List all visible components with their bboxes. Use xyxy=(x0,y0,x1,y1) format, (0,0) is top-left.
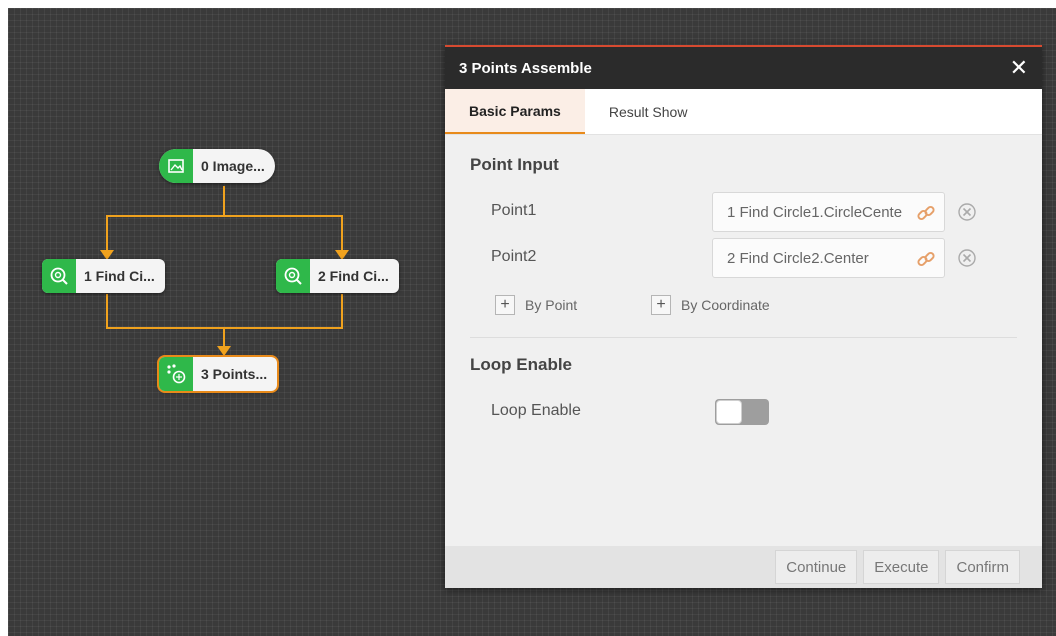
flow-node-label: 2 Find Ci... xyxy=(318,268,389,284)
tab-result-show[interactable]: Result Show xyxy=(585,89,712,134)
dialog-header: 3 Points Assemble ✕ xyxy=(445,47,1042,89)
flow-node-find-circle-1[interactable]: 1 Find Ci... xyxy=(42,259,165,293)
flow-node-label: 0 Image... xyxy=(201,158,265,174)
find-circle-icon xyxy=(42,259,76,293)
loop-enable-toggle[interactable] xyxy=(715,399,769,425)
continue-button[interactable]: Continue xyxy=(775,550,858,584)
add-by-point-label: By Point xyxy=(525,297,578,313)
section-divider xyxy=(470,337,1017,338)
add-by-point-button[interactable]: + By Point xyxy=(495,295,577,315)
flow-node-label: 3 Points... xyxy=(201,366,268,382)
link-icon[interactable] xyxy=(916,203,936,223)
flow-node-points-assemble[interactable]: 3 Points... xyxy=(159,357,278,391)
point2-value: 2 Find Circle2.Center xyxy=(727,249,869,267)
plus-icon: + xyxy=(651,295,671,315)
dialog-tabs: Basic Params Result Show xyxy=(445,89,1042,135)
points-assemble-dialog: 3 Points Assemble ✕ Basic Params Result … xyxy=(445,45,1042,588)
point1-value: 1 Find Circle1.CircleCenter xyxy=(727,203,903,221)
connector-1-to-3 xyxy=(106,294,225,348)
add-by-coordinate-label: By Coordinate xyxy=(681,297,770,313)
dialog-title: 3 Points Assemble xyxy=(459,59,592,77)
flow-node-find-circle-2[interactable]: 2 Find Ci... xyxy=(276,259,399,293)
close-icon[interactable]: ✕ xyxy=(1010,57,1028,79)
remove-point2-icon[interactable] xyxy=(956,247,978,269)
point-input-title: Point Input xyxy=(470,155,559,174)
flow-node-label: 1 Find Ci... xyxy=(84,268,155,284)
toggle-knob xyxy=(716,400,742,424)
point2-label: Point2 xyxy=(491,248,537,265)
execute-button[interactable]: Execute xyxy=(863,550,940,584)
plus-icon: + xyxy=(495,295,515,315)
image-icon xyxy=(159,149,193,183)
confirm-button[interactable]: Confirm xyxy=(945,550,1020,584)
connector-0-to-2 xyxy=(224,215,343,252)
connector-2-to-3 xyxy=(224,294,343,329)
connector-0-to-1 xyxy=(106,186,225,252)
flow-node-image[interactable]: 0 Image... xyxy=(159,149,275,183)
loop-enable-title: Loop Enable xyxy=(470,355,572,374)
point2-input[interactable]: 2 Find Circle2.Center xyxy=(712,238,945,278)
points-assemble-icon xyxy=(159,357,193,391)
tab-basic-params[interactable]: Basic Params xyxy=(445,89,585,134)
find-circle-icon xyxy=(276,259,310,293)
remove-point1-icon[interactable] xyxy=(956,201,978,223)
point1-label: Point1 xyxy=(491,202,537,219)
loop-enable-label: Loop Enable xyxy=(491,402,581,419)
link-icon[interactable] xyxy=(916,249,936,269)
dialog-footer: Continue Execute Confirm xyxy=(445,546,1042,588)
arrowhead-node-3 xyxy=(217,346,231,356)
add-by-coordinate-button[interactable]: + By Coordinate xyxy=(651,295,770,315)
point1-input[interactable]: 1 Find Circle1.CircleCenter xyxy=(712,192,945,232)
